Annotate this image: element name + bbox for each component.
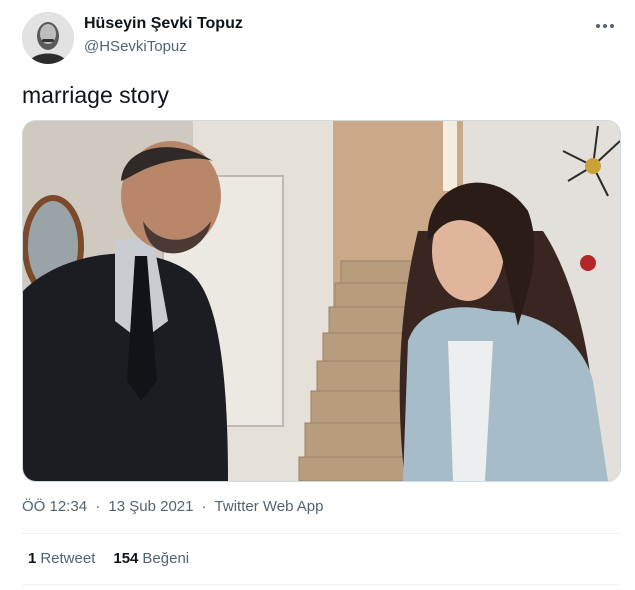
likes-label: Beğeni <box>142 550 190 567</box>
photo-scene <box>23 121 620 481</box>
tweet-time[interactable]: ÖÖ 12:34 <box>22 498 87 515</box>
retweets-stat[interactable]: 1 Retweet <box>28 550 95 567</box>
author-handle[interactable]: @HSevkiTopuz <box>84 38 187 55</box>
divider <box>22 533 619 534</box>
avatar-image <box>22 12 74 64</box>
likes-count: 154 <box>113 550 139 567</box>
author-name[interactable]: Hüseyin Şevki Topuz <box>84 15 243 33</box>
tweet-text: marriage story <box>22 82 169 108</box>
more-options-button[interactable] <box>593 14 617 38</box>
retweets-label: Retweet <box>40 550 96 567</box>
tweet-photo[interactable] <box>22 120 621 482</box>
tweet-date[interactable]: 13 Şub 2021 <box>108 498 193 515</box>
likes-stat[interactable]: 154 Beğeni <box>113 550 189 567</box>
meta-separator: · <box>201 498 207 515</box>
more-horizontal-icon <box>596 24 614 28</box>
meta-separator: · <box>95 498 101 515</box>
tweet-meta: ÖÖ 12:34 · 13 Şub 2021 · Twitter Web App <box>22 498 324 515</box>
tweet-source[interactable]: Twitter Web App <box>215 498 324 515</box>
divider <box>22 584 619 585</box>
tweet-card: Hüseyin Şevki Topuz @HSevkiTopuz marriag… <box>0 0 635 590</box>
retweets-count: 1 <box>28 550 37 567</box>
author-avatar[interactable] <box>22 12 74 64</box>
tweet-stats: 1 Retweet 154 Beğeni <box>28 550 189 567</box>
